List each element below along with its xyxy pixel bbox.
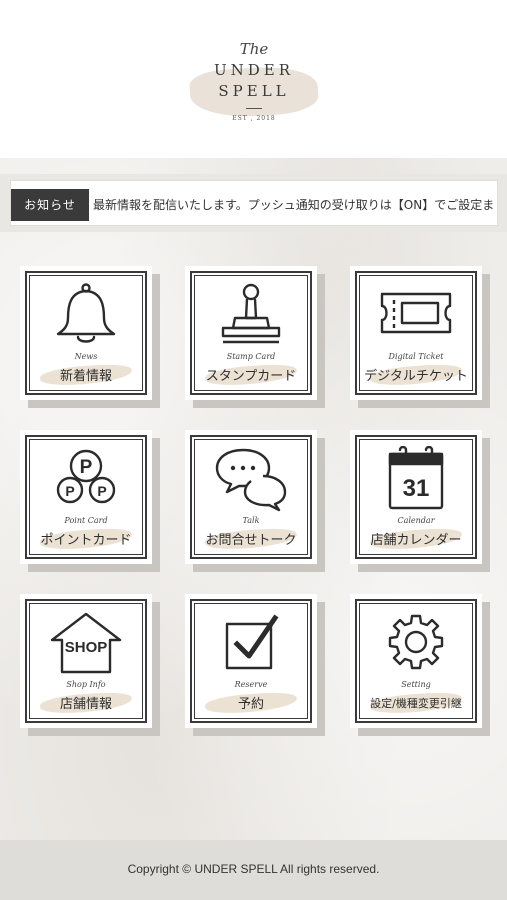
tile-shop-info[interactable]: SHOP Shop Info 店舗情報 xyxy=(20,594,152,728)
tile-subtitle: Point Card xyxy=(64,516,108,525)
tile-label: スタンプカード xyxy=(205,369,297,384)
points-icon: P P P xyxy=(48,446,124,512)
news-ticker[interactable]: お知らせ 最新情報を配信いたします。プッシュ通知の受け取りは【ON】でご設定ま xyxy=(0,174,507,232)
tile-label: デジタルチケット xyxy=(364,369,468,384)
tile-stamp-card[interactable]: Stamp Card スタンプカード xyxy=(185,266,317,400)
logo-est: EST , 2018 xyxy=(232,115,276,122)
footer: Copyright © UNDER SPELL All rights reser… xyxy=(0,840,507,900)
tile-subtitle: Shop Info xyxy=(66,680,106,689)
tile-label: 店舗カレンダー xyxy=(370,533,462,548)
tile-label: お問合せトーク xyxy=(205,533,297,548)
shop-sign-text: SHOP xyxy=(65,639,108,656)
svg-text:P: P xyxy=(80,457,93,478)
chat-icon xyxy=(213,446,289,512)
tile-subtitle: Calendar xyxy=(397,516,435,525)
tile-subtitle: Reserve xyxy=(234,680,268,689)
logo-divider xyxy=(246,108,262,109)
ticket-icon xyxy=(378,282,454,348)
tile-point-card[interactable]: P P P Point Card ポイントカード xyxy=(20,430,152,564)
tile-label: 新着情報 xyxy=(59,369,112,384)
checkbox-icon xyxy=(213,610,289,676)
news-ticker-text: 最新情報を配信いたします。プッシュ通知の受け取りは【ON】でご設定ま xyxy=(93,198,495,212)
tile-subtitle: Stamp Card xyxy=(226,352,276,361)
tile-label: 設定/機種変更引継 xyxy=(370,697,462,710)
tile-subtitle: Setting xyxy=(401,680,431,689)
news-ticker-box: お知らせ 最新情報を配信いたします。プッシュ通知の受け取りは【ON】でご設定ま xyxy=(10,180,498,226)
tile-label: 予約 xyxy=(237,697,264,712)
svg-text:P: P xyxy=(97,483,106,499)
news-ticker-label: お知らせ xyxy=(11,189,89,221)
tile-setting[interactable]: Setting 設定/機種変更引継 xyxy=(350,594,482,728)
shop-icon: SHOP xyxy=(48,610,124,676)
tile-label: ポイントカード xyxy=(40,533,132,548)
brand-logo[interactable]: The UNDER SPELL EST , 2018 xyxy=(188,38,320,138)
bell-icon xyxy=(48,282,124,348)
logo-script: The xyxy=(239,40,269,58)
tile-calendar[interactable]: 31 Calendar 店舗カレンダー xyxy=(350,430,482,564)
logo-word-under: UNDER xyxy=(213,61,295,79)
tile-label: 店舗情報 xyxy=(59,697,112,712)
tile-digital-ticket[interactable]: Digital Ticket デジタルチケット xyxy=(350,266,482,400)
tile-news[interactable]: News 新着情報 xyxy=(20,266,152,400)
tile-talk[interactable]: Talk お問合せトーク xyxy=(185,430,317,564)
logo-word-spell: SPELL xyxy=(218,82,290,100)
svg-text:P: P xyxy=(65,483,74,499)
tile-subtitle: News xyxy=(74,352,98,361)
tile-subtitle: Digital Ticket xyxy=(388,352,444,361)
calendar-icon: 31 xyxy=(378,446,454,512)
calendar-day-text: 31 xyxy=(403,475,430,502)
gear-icon xyxy=(378,610,454,676)
copyright-text: Copyright © UNDER SPELL All rights reser… xyxy=(127,862,380,876)
header: The UNDER SPELL EST , 2018 xyxy=(0,0,507,158)
stamp-icon xyxy=(213,282,289,348)
main-content: お知らせ 最新情報を配信いたします。プッシュ通知の受け取りは【ON】でご設定ま … xyxy=(0,158,507,840)
tile-subtitle: Talk xyxy=(242,516,260,525)
tile-reserve[interactable]: Reserve 予約 xyxy=(185,594,317,728)
